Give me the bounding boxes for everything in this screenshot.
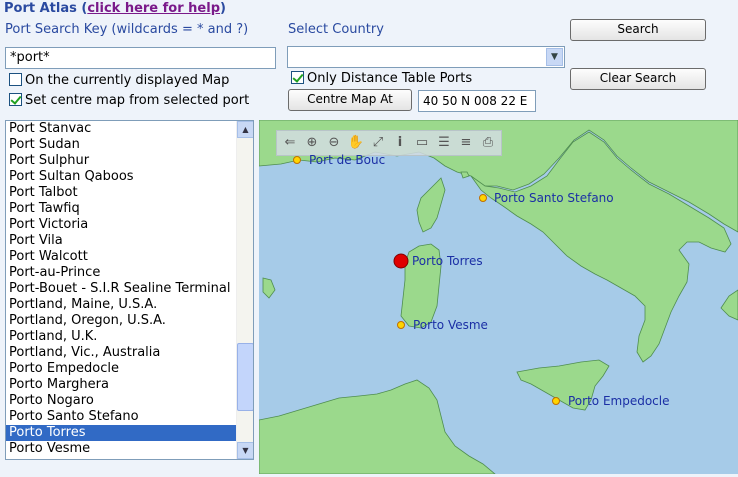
port-label-port-de-bouc[interactable]: Port de Bouc [309,153,385,167]
set-centre-label: Set centre map from selected port [25,93,250,108]
port-label-porto-santo-stefano[interactable]: Porto Santo Stefano [494,191,614,205]
list-item[interactable]: Portland, Maine, U.S.A. [6,297,236,313]
layers-icon[interactable]: ☰ [433,133,455,153]
corsica-island [416,177,446,233]
zoom-in-icon[interactable]: ⊕ [301,133,323,153]
centre-map-at-button[interactable]: Centre Map At [288,89,412,111]
scroll-thumb[interactable] [237,343,253,411]
info-icon[interactable]: i [389,133,411,153]
on-displayed-map-checkbox[interactable] [9,73,22,86]
list-item[interactable]: Port Walcott [6,249,236,265]
list-scrollbar[interactable]: ▲ ▼ [236,121,253,459]
on-displayed-map-label: On the currently displayed Map [25,73,230,88]
set-centre-option[interactable]: Set centre map from selected port [9,93,249,108]
country-label: Select Country [288,22,384,37]
list-item[interactable]: Porto Nogaro [6,393,236,409]
list-item[interactable]: Porto Santo Stefano [6,409,236,425]
list-item[interactable]: Portland, Vic., Australia [6,345,236,361]
list-item[interactable]: Porto Vesme [6,441,236,457]
search-key-input[interactable]: *port* [5,47,276,69]
list-item[interactable]: Port Sulphur [6,153,236,169]
back-arrow-icon[interactable]: ⇐ [279,133,301,153]
only-distance-ports-label: Only Distance Table Ports [307,71,473,86]
list-item[interactable]: Port Sudan [6,137,236,153]
list-item[interactable]: Port-au-Prince [6,265,236,281]
clear-search-button[interactable]: Clear Search [570,68,706,90]
list-item[interactable]: Port Tawfiq [6,201,236,217]
measure-icon[interactable]: ▭ [411,133,433,153]
full-extent-icon[interactable]: ⤢ [367,133,389,153]
only-distance-ports-option[interactable]: Only Distance Table Ports [291,71,472,86]
scroll-down-icon[interactable]: ▼ [237,442,253,459]
list-item[interactable]: Port Vila [6,233,236,249]
page-title: Port Atlas (click here for help) [4,1,226,16]
list-item-selected[interactable]: Porto Torres [6,425,236,441]
print-icon[interactable]: ⎙ [477,133,499,153]
port-list: Port Stanvac Port Sudan Port Sulphur Por… [6,121,253,457]
list-item[interactable]: Porto Empedocle [6,361,236,377]
port-label-porto-torres[interactable]: Porto Torres [412,254,483,268]
list-item[interactable]: Porto Marghera [6,377,236,393]
port-listbox[interactable]: Port Stanvac Port Sudan Port Sulphur Por… [5,120,254,460]
map-canvas [259,120,738,474]
list-item[interactable]: Port Stanvac [6,121,236,137]
scroll-up-icon[interactable]: ▲ [237,121,253,138]
port-label-porto-vesme[interactable]: Porto Vesme [413,318,488,332]
zoom-out-icon[interactable]: ⊖ [323,133,345,153]
app-title: Port Atlas [4,1,77,16]
balearic-island [262,277,276,299]
map-view[interactable]: ⇐ ⊕ ⊖ ✋ ⤢ i ▭ ☰ ≡ ⎙ Port de Bouc Porto S… [259,120,738,474]
list-item[interactable]: Port Victoria [6,217,236,233]
only-distance-ports-checkbox[interactable] [291,71,304,84]
search-key-label: Port Search Key (wildcards = * and ?) [5,22,249,37]
list-item[interactable]: Port Sultan Qaboos [6,169,236,185]
list-item[interactable]: Port-Bouet - S.I.R Sealine Terminal [6,281,236,297]
search-button[interactable]: Search [570,19,706,41]
list-item[interactable]: Portland, Oregon, U.S.A. [6,313,236,329]
centre-coords-input[interactable]: 40 50 N 008 22 E [418,90,536,112]
chevron-down-icon[interactable]: ▼ [546,48,563,66]
pan-hand-icon[interactable]: ✋ [345,133,367,153]
north-africa [259,379,496,474]
list-item[interactable]: Port Talbot [6,185,236,201]
set-centre-checkbox[interactable] [9,93,22,106]
help-link[interactable]: click here for help [87,1,220,16]
balkan-coast [720,289,738,321]
country-select[interactable]: ▼ [287,46,565,68]
elba-island [460,171,470,179]
list-icon[interactable]: ≡ [455,133,477,153]
list-item[interactable]: Portland, U.K. [6,329,236,345]
port-label-porto-empedocle[interactable]: Porto Empedocle [568,394,670,408]
on-displayed-map-option[interactable]: On the currently displayed Map [9,73,229,88]
